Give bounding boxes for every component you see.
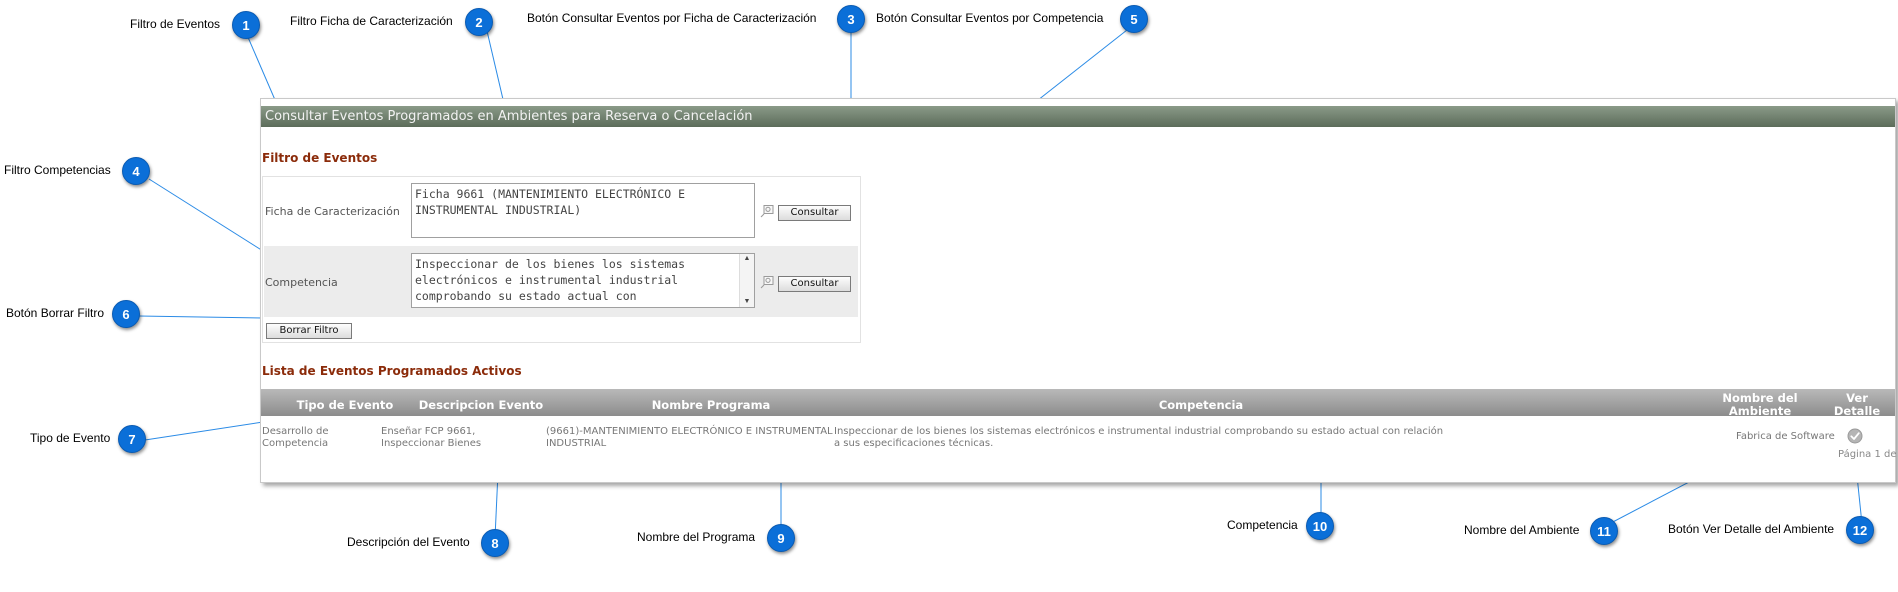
callout-label-11: Nombre del Ambiente xyxy=(1464,523,1580,537)
callout-label-12: Botón Ver Detalle del Ambiente xyxy=(1668,522,1835,536)
callout-badge-6: 6 xyxy=(112,300,140,328)
consultar-competencia-button[interactable]: Consultar xyxy=(778,276,851,292)
competencia-field[interactable]: Inspeccionar de los bienes los sistemas … xyxy=(411,253,755,308)
column-header-competencia[interactable]: Competencia xyxy=(961,399,1441,412)
callout-badge-4: 4 xyxy=(122,157,150,185)
lookup-icon[interactable] xyxy=(760,205,775,218)
cell-descripcion: Enseñar FCP 9661, Inspeccionar Bienes xyxy=(381,426,482,449)
scroll-down-arrow-icon[interactable]: ▼ xyxy=(740,297,754,307)
callout-badge-5: 5 xyxy=(1120,5,1148,33)
callout-badge-10: 10 xyxy=(1306,512,1334,540)
app-window: Consultar Eventos Programados en Ambient… xyxy=(260,98,1898,483)
competencia-scrollbar[interactable]: ▲ ▼ xyxy=(739,254,754,307)
ficha-label: Ficha de Caracterización xyxy=(265,205,400,218)
callout-label-8: Descripción del Evento xyxy=(347,535,470,549)
cell-programa: (9661)-MANTENIMIENTO ELECTRÓNICO E INSTR… xyxy=(546,426,833,449)
column-header-ambiente[interactable]: Nombre del Ambiente xyxy=(1720,392,1800,418)
callout-badge-12: 12 xyxy=(1846,516,1874,544)
callout-label-6: Botón Borrar Filtro xyxy=(6,306,105,320)
callout-badge-9: 9 xyxy=(767,524,795,552)
cell-competencia: Inspeccionar de los bienes los sistemas … xyxy=(834,426,1444,449)
callout-label-10: Competencia xyxy=(1227,518,1298,532)
callout-badge-11: 11 xyxy=(1590,517,1618,545)
callout-label-2: Filtro Ficha de Caracterización xyxy=(290,14,453,28)
column-header-ver-detalle[interactable]: Ver Detalle xyxy=(1827,392,1887,418)
filter-section-title: Filtro de Eventos xyxy=(262,151,378,165)
callout-badge-8: 8 xyxy=(481,529,509,557)
window-title: Consultar Eventos Programados en Ambient… xyxy=(261,106,1895,127)
filter-panel: Ficha de Caracterización Ficha 9661 (MAN… xyxy=(262,176,861,343)
callout-badge-3: 3 xyxy=(837,5,865,33)
callout-badge-1: 1 xyxy=(232,11,260,39)
callout-badge-7: 7 xyxy=(118,425,146,453)
callout-label-9: Nombre del Programa xyxy=(637,530,756,544)
column-header-programa[interactable]: Nombre Programa xyxy=(581,399,841,412)
cell-ambiente: Fabrica de Software xyxy=(1736,431,1835,442)
cell-tipo: Desarrollo de Competencia xyxy=(262,426,329,449)
ficha-field[interactable]: Ficha 9661 (MANTENIMIENTO ELECTRÓNICO E … xyxy=(411,183,755,238)
scroll-up-arrow-icon[interactable]: ▲ xyxy=(740,254,754,264)
pagination-text: Página 1 de 1 xyxy=(1838,449,1898,460)
callout-label-7: Tipo de Evento xyxy=(30,431,111,445)
lookup-icon[interactable] xyxy=(760,276,775,289)
column-header-tipo[interactable]: Tipo de Evento xyxy=(279,399,411,412)
callout-badge-2: 2 xyxy=(465,8,493,36)
consultar-ficha-button[interactable]: Consultar xyxy=(778,205,851,221)
column-header-descripcion[interactable]: Descripcion Evento xyxy=(401,399,561,412)
callout-label-1: Filtro de Eventos xyxy=(130,17,221,31)
list-section-title: Lista de Eventos Programados Activos xyxy=(262,364,522,378)
callout-label-3: Botón Consultar Eventos por Ficha de Car… xyxy=(527,11,817,25)
callout-label-5: Botón Consultar Eventos por Competencia xyxy=(876,11,1104,25)
borrar-filtro-button[interactable]: Borrar Filtro xyxy=(266,323,352,339)
check-circle-icon[interactable] xyxy=(1847,428,1863,444)
callout-label-4: Filtro Competencias xyxy=(4,163,111,177)
competencia-label: Competencia xyxy=(265,276,338,289)
